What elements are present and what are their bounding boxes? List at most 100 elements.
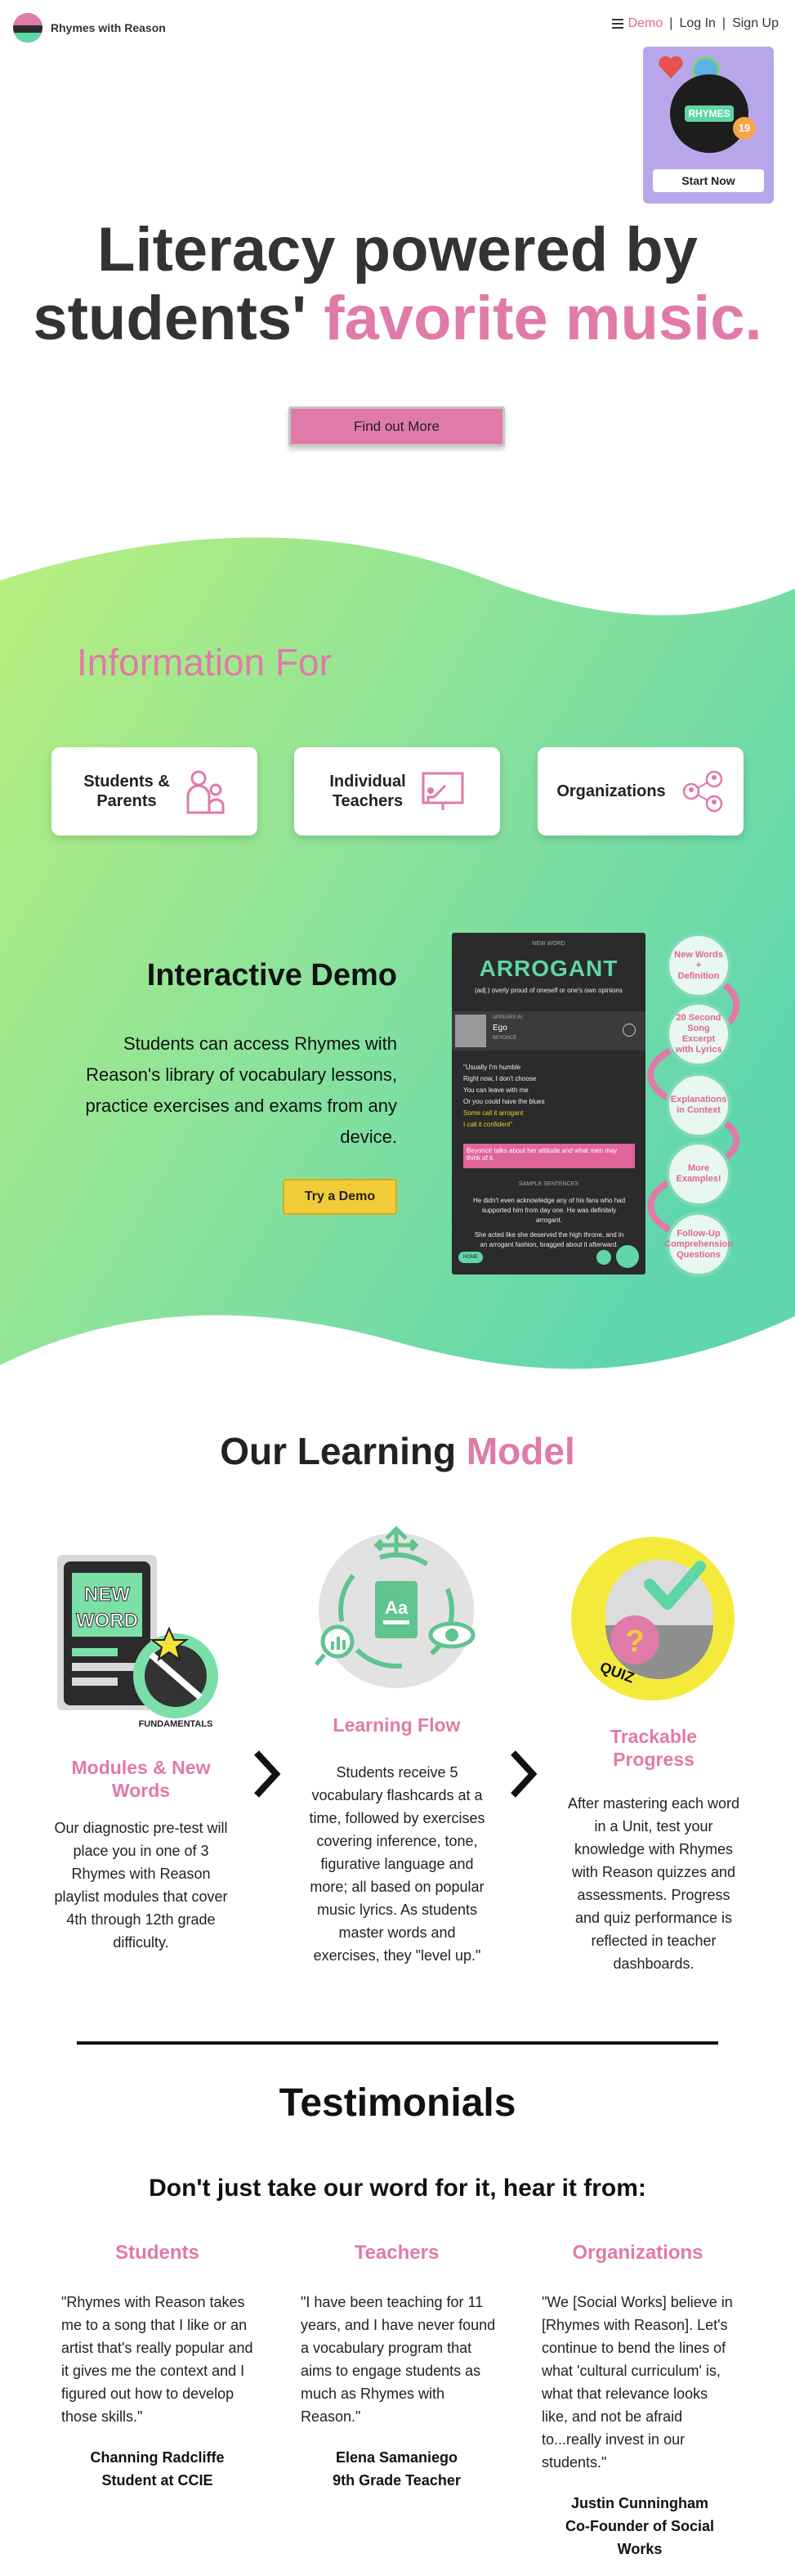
phone-highlight-note: Beyoncé talks about her attitude and wha… bbox=[463, 1144, 635, 1168]
hero-line-2-highlight: favorite music. bbox=[324, 284, 762, 353]
testimonial-quote: "I have been teaching for 11 years, and … bbox=[301, 2294, 496, 2425]
phone-header: NEW WORD bbox=[532, 941, 565, 947]
lyric-line: You can leave with me bbox=[463, 1086, 529, 1094]
feature-bubble: Follow-Up Comprehension Questions bbox=[664, 1212, 733, 1277]
phone-next-button[interactable] bbox=[616, 1245, 639, 1268]
trackable-progress-title: Trackable Progress bbox=[610, 1726, 698, 1770]
learning-flow-illustration: Aa bbox=[315, 1525, 476, 1688]
info-card-organizations[interactable]: Organizations bbox=[538, 747, 744, 836]
testimonial-category-organizations: Organizations bbox=[572, 2242, 703, 2264]
learning-flow-text: Students receive 5 vocabulary flashcards… bbox=[309, 1764, 485, 1964]
testimonial-author-name: Justin Cunningham bbox=[571, 2495, 708, 2511]
people-icon bbox=[186, 770, 225, 814]
menu-icon[interactable] bbox=[611, 19, 623, 29]
hero-line-2-plain: students' bbox=[33, 284, 307, 353]
info-card-label: Organizations bbox=[556, 782, 666, 800]
lyric-line: Some call it arrogant bbox=[463, 1109, 524, 1117]
promo-card: RHYMES 19 Start Now bbox=[643, 47, 774, 204]
interactive-demo-heading: Interactive Demo bbox=[146, 958, 397, 992]
section-divider bbox=[77, 2041, 718, 2045]
hero-line-2: students' favorite music. bbox=[0, 284, 795, 353]
example-sentence: He didn't even acknowledge any of his fa… bbox=[472, 1197, 626, 1224]
testimonial-author-name: Elena Samaniego bbox=[335, 2449, 458, 2466]
interactive-demo-text: Students can access Rhymes with Reason's… bbox=[85, 1033, 398, 1147]
record-disc-icon: RHYMES bbox=[670, 74, 748, 153]
trackable-progress-text: After mastering each word in a Unit, tes… bbox=[567, 1795, 740, 1972]
feature-bubble: 20 Second Song Excerpt with Lyrics bbox=[666, 1001, 731, 1067]
song-appears-in: APPEARS IN bbox=[493, 1015, 523, 1020]
testimonial-author: Channing Radcliffe Student at CCIE bbox=[61, 2446, 253, 2492]
testimonial-author: Justin Cunningham Co-Founder of Social W… bbox=[542, 2492, 738, 2560]
heart-icon bbox=[659, 56, 683, 78]
info-card-label-line: Individual bbox=[329, 773, 406, 791]
testimonial-author-role: 9th Grade Teacher bbox=[333, 2472, 461, 2489]
question-mark-icon: ? bbox=[625, 1624, 644, 1659]
lyric-line: Or you could have the blues bbox=[463, 1098, 545, 1105]
learning-model-heading-highlight: Model bbox=[466, 1430, 575, 1472]
top-nav: Demo | Log In | Sign Up bbox=[611, 16, 779, 31]
flashcard-label: Aa bbox=[385, 1597, 409, 1618]
brand-name: Rhymes with Reason bbox=[51, 21, 166, 34]
chevron-right-icon bbox=[508, 1749, 538, 1810]
feature-bubble: New Words + Definition bbox=[666, 933, 731, 998]
testimonial-category-teachers: Teachers bbox=[354, 2242, 440, 2264]
lyric-line: "Usually I'm humble bbox=[463, 1064, 521, 1071]
new-label: NEW bbox=[84, 1584, 130, 1606]
testimonial-author-role: Co-Founder of Social Works bbox=[565, 2518, 714, 2557]
start-now-button[interactable]: Start Now bbox=[653, 169, 764, 192]
phone-example-label: SAMPLE SENTENCES bbox=[518, 1181, 579, 1187]
modules-new-words-text: Our diagnostic pre-test will place you i… bbox=[54, 1820, 228, 1951]
example-sentence: She acted like she deserved the high thr… bbox=[474, 1231, 624, 1248]
learning-model-heading: Our Learning Model bbox=[0, 1429, 795, 1473]
phone-examples: He didn't even acknowledge any of his fa… bbox=[471, 1196, 627, 1250]
try-a-demo-button[interactable]: Try a Demo bbox=[283, 1179, 397, 1215]
lyric-line: I call it confident" bbox=[463, 1121, 513, 1128]
info-card-individual-teachers[interactable]: Individual Teachers bbox=[294, 747, 500, 836]
phone-definition: (adj.) overly proud of oneself or one's … bbox=[475, 987, 623, 994]
nav-login-link[interactable]: Log In bbox=[679, 16, 715, 31]
hero-headline: Literacy powered by students' favorite m… bbox=[0, 216, 795, 353]
modules-new-words-title: Modules & New Words bbox=[71, 1757, 211, 1801]
info-card-label: Individual Teachers bbox=[329, 772, 405, 811]
testimonial-quote: "Rhymes with Reason takes me to a song t… bbox=[61, 2294, 253, 2425]
info-card-label-line: Students & bbox=[83, 773, 170, 791]
word-label: WORD bbox=[76, 1610, 138, 1632]
phone-song-bar: APPEARS IN Ego BEYONCÉ bbox=[452, 1011, 645, 1051]
testimonial-author-name: Channing Radcliffe bbox=[90, 2449, 225, 2466]
phone-home-button[interactable]: HOME bbox=[458, 1252, 483, 1263]
info-card-label-line: Teachers bbox=[332, 792, 404, 810]
information-for-heading: Information For bbox=[77, 641, 332, 683]
trackable-progress-illustration: ? QUIZ bbox=[571, 1537, 735, 1700]
demo-phone-screenshot: NEW WORD ARROGANT (adj.) overly proud of… bbox=[452, 933, 645, 1275]
testimonials-heading: Testimonials bbox=[279, 2081, 516, 2125]
nav-separator: | bbox=[669, 16, 673, 30]
year-badge: 19 bbox=[733, 117, 756, 140]
fundamentals-label: FUNDAMENTALS bbox=[139, 1719, 213, 1729]
record-label: RHYMES bbox=[685, 105, 734, 122]
play-icon[interactable] bbox=[623, 1024, 636, 1037]
testimonial-author-role: Student at CCIE bbox=[101, 2472, 213, 2489]
learning-model-heading-plain: Our Learning bbox=[220, 1430, 457, 1472]
phone-prev-button[interactable] bbox=[596, 1250, 611, 1265]
feature-bubble: More Examples! bbox=[666, 1141, 731, 1207]
testimonials-subheading: Don't just take our word for it, hear it… bbox=[149, 2175, 646, 2202]
chevron-right-icon bbox=[252, 1749, 281, 1810]
learning-flow-title: Learning Flow bbox=[333, 1714, 461, 1736]
info-card-students-parents[interactable]: Students & Parents bbox=[51, 747, 257, 836]
nav-signup-link[interactable]: Sign Up bbox=[732, 16, 779, 31]
song-artist: BEYONCÉ bbox=[493, 1036, 517, 1041]
network-icon bbox=[682, 770, 722, 813]
nav-demo-link[interactable]: Demo bbox=[628, 16, 663, 31]
info-card-label: Students & Parents bbox=[83, 772, 170, 811]
nav-separator: | bbox=[721, 16, 726, 30]
brand-logo-icon bbox=[13, 13, 42, 43]
phone-lyrics: "Usually I'm humble Right now, I don't c… bbox=[463, 1062, 627, 1131]
teacher-board-icon bbox=[422, 772, 464, 810]
lyric-line: Right now, I don't choose bbox=[463, 1075, 537, 1082]
feature-bubble: Explanations in Context bbox=[666, 1073, 731, 1138]
testimonial-category-students: Students bbox=[115, 2242, 199, 2264]
song-title: Ego bbox=[493, 1024, 507, 1033]
brand[interactable]: Rhymes with Reason bbox=[13, 13, 166, 43]
find-out-more-button[interactable]: Find out More bbox=[288, 406, 505, 446]
testimonial-quote: "We [Social Works] believe in [Rhymes wi… bbox=[542, 2294, 733, 2471]
